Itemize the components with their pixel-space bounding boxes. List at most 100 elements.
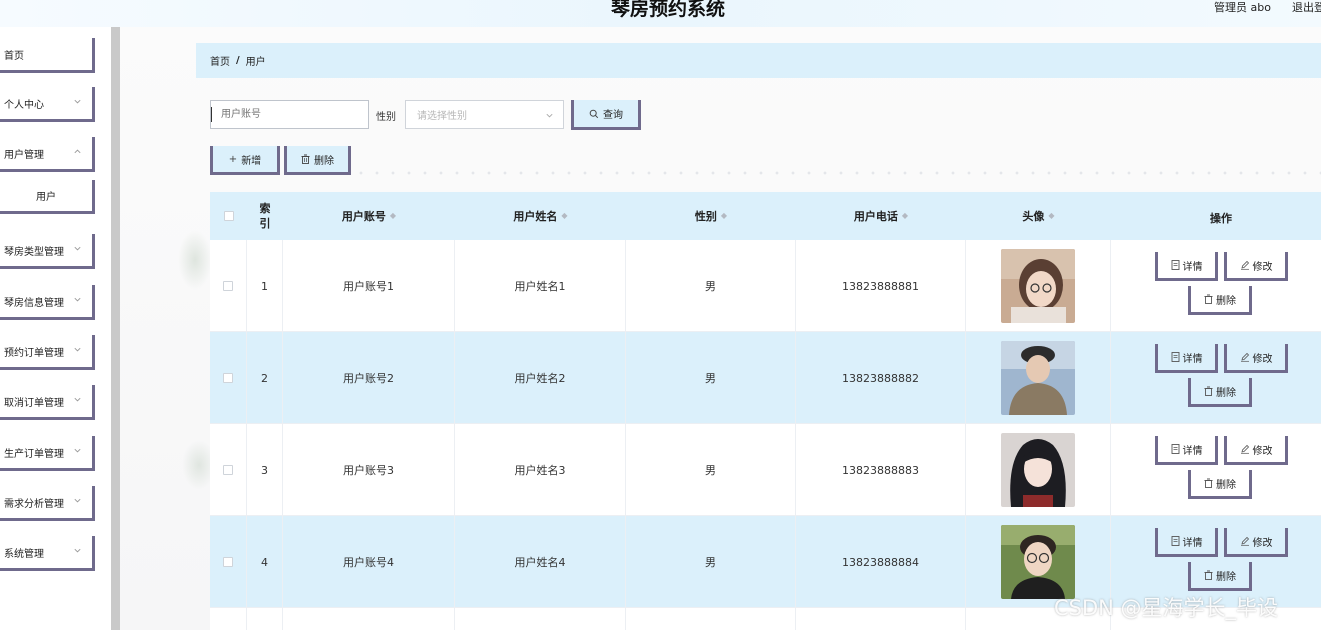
header-account-label: 用户账号: [341, 210, 386, 223]
chevron-down-icon: [546, 113, 553, 118]
sidebar-item-room-types[interactable]: 琴房类型管理: [0, 234, 95, 269]
edit-button-label: 修改: [1252, 537, 1273, 549]
detail-button[interactable]: 详情: [1155, 252, 1218, 281]
account-search-input[interactable]: [210, 100, 369, 129]
header-index: 索引: [247, 192, 283, 240]
row-phone: 13823888882: [796, 332, 966, 424]
avatar-image[interactable]: [1001, 525, 1075, 599]
table-row: 3 用户账号3 用户姓名3 男 13823888883 详情 修改 删除: [210, 424, 1321, 516]
delete-button-label: 删除: [1216, 295, 1236, 307]
row-index: [247, 608, 283, 630]
header-phone[interactable]: 用户电话 ◆: [796, 192, 966, 240]
sidebar-item-label: 预约订单管理: [4, 347, 64, 359]
sidebar-item-cancel-orders[interactable]: 取消订单管理: [0, 385, 95, 420]
background-leaf-decoration: [178, 230, 212, 290]
row-checkbox[interactable]: [223, 557, 233, 567]
header-avatar-label: 头像: [1022, 210, 1045, 223]
row-avatar: [966, 424, 1111, 516]
delete-button[interactable]: 删除: [1188, 286, 1252, 315]
breadcrumb-home[interactable]: 首页: [210, 53, 230, 68]
add-button[interactable]: + 新增: [210, 146, 280, 175]
header-avatar[interactable]: 头像 ◆: [966, 192, 1111, 240]
sidebar-item-label: 取消订单管理: [4, 397, 64, 409]
edit-button[interactable]: 修改: [1224, 252, 1288, 281]
row-gender: 男: [626, 240, 796, 332]
admin-user-label: 管理员 abo: [1214, 1, 1271, 14]
header-phone-label: 用户电话: [853, 210, 898, 223]
edit-button-label: 修改: [1252, 353, 1273, 365]
bulk-delete-button[interactable]: 删除: [284, 146, 351, 175]
row-actions: 详情 修改 删除: [1111, 332, 1321, 424]
edit-button[interactable]: 修改: [1224, 436, 1288, 465]
sidebar-subitem-user[interactable]: 用户: [0, 180, 95, 214]
header-gender-label: 性别: [694, 210, 717, 223]
app-title: 琴房预约系统: [611, 0, 726, 20]
avatar-image[interactable]: [1001, 249, 1075, 323]
edit-button-label: 修改: [1252, 261, 1273, 273]
table-row: 1 用户账号1 用户姓名1 男 13823888881 详情 修改 删除: [210, 240, 1321, 332]
sidebar-item-room-info[interactable]: 琴房信息管理: [0, 285, 95, 320]
row-select: [210, 240, 247, 332]
chevron-down-icon: [74, 498, 81, 503]
edit-button[interactable]: 修改: [1224, 528, 1288, 557]
sidebar-item-booking-orders[interactable]: 预约订单管理: [0, 335, 95, 370]
edit-icon: [1240, 352, 1249, 362]
plus-icon: +: [228, 153, 238, 165]
row-checkbox[interactable]: [223, 373, 233, 383]
bulk-delete-button-label: 删除: [314, 155, 334, 167]
sidebar-item-profile[interactable]: 个人中心: [0, 87, 95, 122]
sidebar-item-label: 需求分析管理: [4, 498, 64, 510]
sort-icon[interactable]: ◆: [902, 212, 908, 220]
avatar-image[interactable]: [1001, 341, 1075, 415]
sort-icon[interactable]: ◆: [561, 212, 567, 220]
sidebar-item-production-orders[interactable]: 生产订单管理: [0, 436, 95, 471]
detail-button[interactable]: 详情: [1155, 344, 1218, 373]
edit-button[interactable]: 修改: [1224, 344, 1288, 373]
document-icon: [1171, 260, 1179, 270]
row-avatar: [966, 240, 1111, 332]
row-select: [210, 516, 247, 608]
sidebar-item-home[interactable]: 首页: [0, 38, 95, 73]
sidebar-item-label: 琴房信息管理: [4, 297, 64, 309]
sidebar-item-label: 琴房类型管理: [4, 246, 64, 258]
sort-icon[interactable]: ◆: [721, 212, 727, 220]
header-account[interactable]: 用户账号 ◆: [283, 192, 455, 240]
sidebar-item-label: 个人中心: [4, 99, 44, 111]
row-gender: 男: [626, 424, 796, 516]
delete-button[interactable]: 删除: [1188, 470, 1252, 499]
row-select: [210, 332, 247, 424]
row-checkbox[interactable]: [223, 465, 233, 475]
sidebar-item-demand-analysis[interactable]: 需求分析管理: [0, 486, 95, 521]
avatar-image[interactable]: [1001, 433, 1075, 507]
delete-button-label: 删除: [1216, 387, 1236, 399]
logout-link[interactable]: 退出登: [1292, 0, 1321, 15]
header-select-all[interactable]: [210, 192, 247, 240]
edit-button-label: 修改: [1252, 445, 1273, 457]
row-checkbox[interactable]: [223, 281, 233, 291]
header-name[interactable]: 用户姓名 ◆: [455, 192, 626, 240]
sidebar-item-users[interactable]: 用户管理: [0, 137, 95, 172]
edit-icon: [1240, 536, 1249, 546]
sort-icon[interactable]: ◆: [390, 212, 396, 220]
sidebar-item-system[interactable]: 系统管理: [0, 536, 95, 571]
select-all-checkbox[interactable]: [223, 211, 234, 221]
sort-icon[interactable]: ◆: [1048, 212, 1054, 220]
row-account: 用户账号1: [283, 240, 455, 332]
delete-button[interactable]: 删除: [1188, 562, 1252, 591]
gender-select[interactable]: 请选择性别: [405, 100, 564, 129]
gender-label: 性别: [376, 112, 396, 123]
header-gender[interactable]: 性别 ◆: [626, 192, 796, 240]
detail-button[interactable]: 详情: [1155, 436, 1218, 465]
row-actions: 详情 修改 删除: [1111, 240, 1321, 332]
sidebar-scrollbar[interactable]: [111, 27, 120, 630]
chevron-down-icon: [74, 297, 81, 302]
search-button[interactable]: 查询: [571, 100, 641, 130]
delete-button[interactable]: 删除: [1188, 378, 1252, 407]
detail-button[interactable]: 详情: [1155, 528, 1218, 557]
sidebar-item-label: 系统管理: [4, 548, 44, 560]
row-gender: [626, 608, 796, 630]
chevron-down-icon: [74, 548, 81, 553]
row-account: 用户账号3: [283, 424, 455, 516]
chevron-down-icon: [74, 99, 81, 104]
header-name-label: 用户姓名: [513, 210, 558, 223]
